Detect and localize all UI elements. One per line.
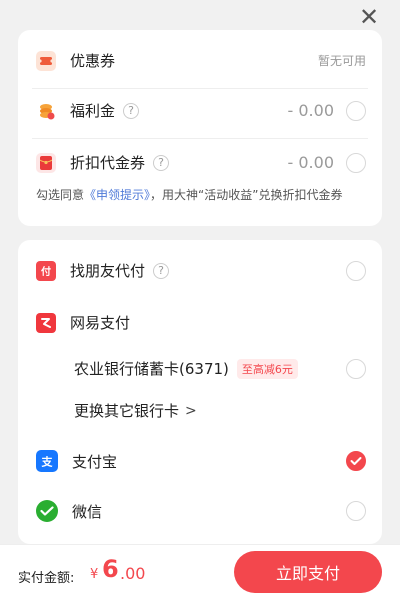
voucher-label: 折扣代金券 [70,154,146,172]
discount-card: 优惠券 暂无可用 福利金 ? - 0.00 折扣代金券 ? - 0.00 勾选同… [18,30,382,226]
coupon-row[interactable]: 优惠券 暂无可用 [18,50,382,71]
change-card-label: 更换其它银行卡 [74,402,180,420]
voucher-radio[interactable] [346,152,366,173]
payment-footer: 实付金额: ¥ 6 .00 立即支付 [0,544,400,600]
divider [32,88,368,89]
currency-symbol: ¥ [90,567,99,582]
help-icon[interactable]: ? [153,154,170,171]
wechat-pay-icon [36,500,58,522]
svg-text:支: 支 [41,455,54,469]
amount-integer: 6 [102,555,119,583]
bank-card-label: 农业银行储蓄卡(6371) [74,360,229,378]
change-card-row[interactable]: 更换其它银行卡 > [74,400,382,421]
coupon-status: 暂无可用 [317,54,366,68]
welfare-radio[interactable] [346,100,366,121]
note-suffix: ，用大神“活动收益”兑换折扣代金券 [150,188,343,202]
alipay-row[interactable]: 支 支付宝 [18,450,382,472]
voucher-row[interactable]: 折扣代金券 ? - 0.00 [18,152,382,173]
red-envelope-icon [36,152,56,173]
coupon-label: 优惠券 [70,52,116,70]
friend-pay-icon: 付 [36,260,56,281]
netease-pay-row: 网易支付 [18,312,382,333]
wechat-label: 微信 [72,502,103,521]
divider [32,138,368,139]
pay-now-button[interactable]: 立即支付 [234,551,382,593]
welfare-amount: - 0.00 [287,101,334,120]
close-icon[interactable]: ✕ [358,5,380,29]
bank-card-row[interactable]: 农业银行储蓄卡(6371) 至高减6元 [74,358,382,379]
welfare-label: 福利金 [70,102,116,120]
bank-card-radio[interactable] [346,359,366,379]
amount-label: 实付金额: [18,571,75,586]
ticket-icon [36,50,56,71]
help-icon[interactable]: ? [123,102,140,119]
wechat-row[interactable]: 微信 [18,500,382,522]
svg-text:付: 付 [41,265,51,278]
friend-pay-label: 找朋友代付 [70,262,146,280]
claim-notice-link[interactable]: 《申领提示》 [84,188,150,202]
friend-pay-radio[interactable] [346,260,366,281]
help-icon[interactable]: ? [153,262,170,279]
netease-pay-icon [36,312,56,333]
chevron-right-icon: > [185,402,197,419]
netease-pay-label: 网易支付 [70,314,131,332]
welfare-row[interactable]: 福利金 ? - 0.00 [18,100,382,121]
discount-badge: 至高减6元 [236,358,298,379]
alipay-radio[interactable] [346,451,366,471]
alipay-label: 支付宝 [72,452,118,471]
check-icon [350,457,362,465]
amount-decimal: .00 [120,564,146,583]
voucher-note: 勾选同意《申领提示》，用大神“活动收益”兑换折扣代金券 [36,186,342,203]
payment-card: 付 找朋友代付 ? 网易支付 农业银行储蓄卡(6371) 至高减6元 更换其它银… [18,240,382,544]
note-prefix: 勾选同意 [36,188,85,202]
alipay-icon: 支 [36,450,58,472]
voucher-amount: - 0.00 [287,153,334,172]
friend-pay-row[interactable]: 付 找朋友代付 ? [18,260,382,281]
wechat-radio[interactable] [346,501,366,521]
coin-icon [36,100,56,121]
